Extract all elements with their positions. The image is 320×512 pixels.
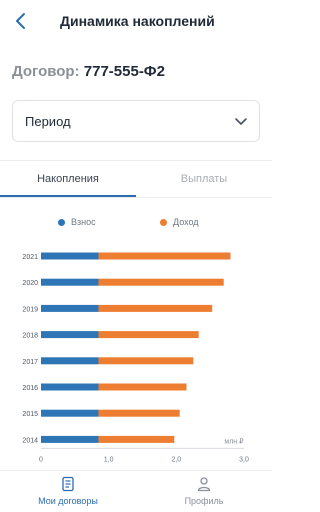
page-title: Динамика накоплений xyxy=(60,13,215,29)
chart-legend: Взнос Доход xyxy=(0,214,272,230)
bar-contribution xyxy=(41,331,99,339)
bar-income xyxy=(98,383,187,391)
y-tick-label: 2019 xyxy=(22,306,38,313)
chevron-left-icon[interactable] xyxy=(10,10,32,32)
x-tick-label: 1,0 xyxy=(104,456,114,463)
nav-my-contracts[interactable]: Мои договоры xyxy=(0,474,136,512)
y-tick-label: 2014 xyxy=(22,437,38,444)
legend-label-contribution: Взнос xyxy=(71,217,96,227)
bar-contribution xyxy=(41,409,99,417)
bar-income xyxy=(98,435,175,443)
bar-income xyxy=(98,304,213,312)
bar-income xyxy=(98,278,224,286)
bar-income xyxy=(98,331,199,339)
tab-savings[interactable]: Накопления xyxy=(0,161,136,198)
user-icon xyxy=(196,476,212,492)
y-tick-label: 2016 xyxy=(22,385,38,392)
tabbar-divider xyxy=(0,470,272,471)
tabs-divider xyxy=(0,197,272,198)
contract-number: 777-555-Ф2 xyxy=(83,63,165,80)
nav-profile[interactable]: Профиль xyxy=(136,474,272,512)
legend-dot-income xyxy=(160,218,167,226)
bar-contribution xyxy=(41,278,99,286)
bar-contribution xyxy=(41,435,99,443)
bar-contribution xyxy=(41,304,99,312)
legend-label-income: Доход xyxy=(173,217,199,227)
document-icon xyxy=(60,476,76,492)
chevron-down-icon xyxy=(233,113,249,129)
period-label: Период xyxy=(25,114,71,129)
x-tick-label: 2,0 xyxy=(171,456,181,463)
bar-income xyxy=(98,357,194,365)
y-tick-label: 2015 xyxy=(22,411,38,418)
tabs: Накопления Выплаты xyxy=(0,161,272,198)
header: Динамика накоплений xyxy=(0,0,272,44)
legend-item-contribution: Взнос xyxy=(58,214,96,230)
x-tick-label: 0 xyxy=(39,456,43,463)
y-tick-label: 2020 xyxy=(22,280,38,287)
y-tick-label: 2017 xyxy=(22,359,38,366)
legend-item-income: Доход xyxy=(160,214,199,230)
unit-label: млн.₽ xyxy=(224,437,244,445)
y-tick-label: 2021 xyxy=(22,254,38,261)
y-tick-label: 2018 xyxy=(22,333,38,340)
bar-contribution xyxy=(41,252,99,260)
contract-label: Договор: xyxy=(12,63,80,80)
bar-contribution xyxy=(41,383,99,391)
x-tick-label: 3,0 xyxy=(239,456,249,463)
legend-dot-contribution xyxy=(58,218,65,226)
bar-contribution xyxy=(41,357,99,365)
bar-income xyxy=(98,252,231,260)
tab-payouts[interactable]: Выплаты xyxy=(136,161,272,198)
savings-chart: 2021 2020 2019 2018 2017 2016 2015 2014 0 1,0 2,0 3… xyxy=(22,252,249,463)
nav-label-my-contracts: Мои договоры xyxy=(38,496,98,506)
nav-label-profile: Профиль xyxy=(184,496,224,506)
period-select[interactable]: Период xyxy=(12,100,260,142)
contract-heading: Договор: 777-555-Ф2 xyxy=(12,63,165,80)
bar-income xyxy=(98,409,180,417)
